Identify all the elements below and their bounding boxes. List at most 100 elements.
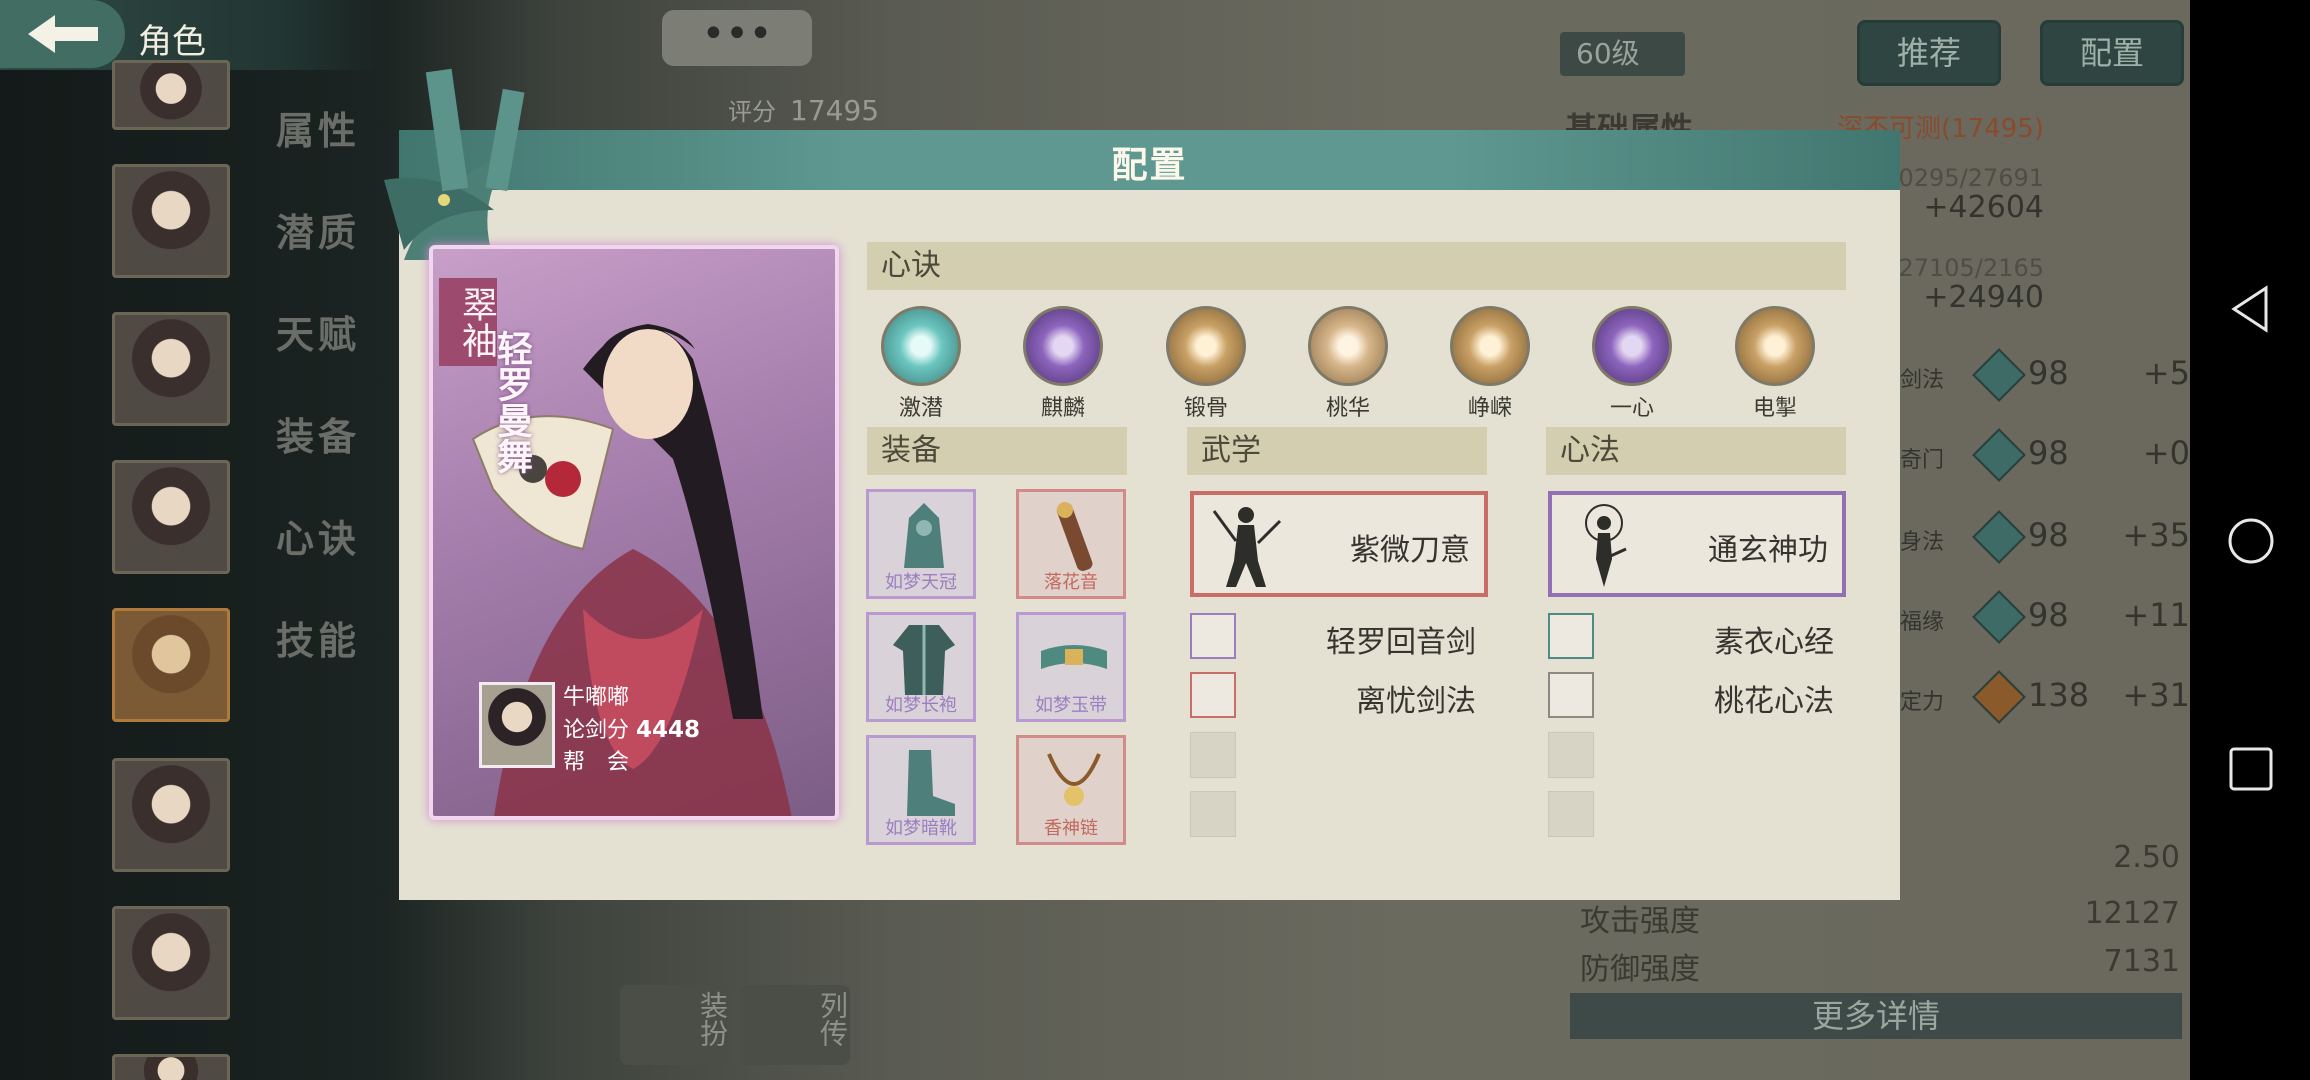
attr-level: 98 [2028, 354, 2069, 392]
xinjue-label: 峥嵘 [1467, 396, 1512, 421]
character-avatar[interactable] [112, 1054, 230, 1080]
xinjue-orb-icon [1592, 306, 1672, 386]
mental-sub-skill[interactable]: 素衣心经 [1548, 613, 1848, 660]
martial-sub-skill[interactable]: 离忧剑法 [1190, 672, 1490, 719]
equip-slot-boots[interactable]: 如梦暗靴 [866, 735, 976, 845]
equip-name: 如梦玉带 [1035, 695, 1107, 716]
character-avatar[interactable] [112, 608, 230, 722]
equip-slot-body[interactable]: 如梦长袍 [866, 612, 976, 722]
equip-name: 如梦长袍 [885, 695, 957, 716]
recommend-button[interactable]: 推荐 [1857, 20, 2001, 86]
attr-level: 98 [2028, 516, 2069, 554]
menu-item-xinjue[interactable]: 心诀 [276, 508, 360, 610]
set-tag: 翠袖 [439, 278, 497, 366]
mental-main-skill[interactable]: 通玄神功 [1548, 491, 1846, 597]
stat-label: 攻击强度 [1580, 904, 1700, 939]
level-badge: 60级 [1560, 32, 1685, 76]
rating-value: 17495 [790, 94, 880, 127]
xinjue-slot[interactable]: 一心 [1582, 306, 1682, 422]
empty-skill-slot[interactable] [1548, 791, 1594, 837]
empty-skill-slot[interactable] [1548, 732, 1594, 778]
nav-back-icon[interactable] [2226, 284, 2276, 334]
attr-row: 奇门 98 +0 [1900, 428, 2190, 482]
attr-name: 奇门 [1900, 448, 1945, 473]
attr-row: 福缘 98 +11 [1900, 590, 2190, 644]
tab-outfit[interactable]: 装扮 [620, 985, 730, 1065]
nav-recents-icon[interactable] [2226, 744, 2276, 794]
menu-item-talent[interactable]: 天赋 [276, 304, 360, 406]
menu-item-attributes[interactable]: 属性 [276, 100, 360, 202]
character-avatar[interactable] [112, 60, 230, 130]
martial-skill-icon [1190, 672, 1236, 718]
equip-slot-weapon[interactable]: 落花音 [1016, 489, 1126, 599]
menu-item-skills[interactable]: 技能 [276, 610, 360, 712]
character-avatar[interactable] [112, 758, 230, 872]
martial-sub-skill-name: 离忧剑法 [1356, 684, 1476, 719]
swordsman-icon [1212, 507, 1282, 587]
xinjue-label: 锻骨 [1183, 396, 1228, 421]
xinjue-orb-icon [1308, 306, 1388, 386]
attr-row: 剑法 98 +5 [1900, 348, 2190, 402]
xinjue-label: 一心 [1609, 396, 1654, 421]
empty-skill-slot[interactable] [1190, 732, 1236, 778]
equip-name: 落花音 [1044, 572, 1098, 593]
character-avatar[interactable] [112, 312, 230, 426]
config-dialog: 配置 翠袖 轻罗曼舞 牛嘟嘟 论剑分 4448 帮 会 心诀 激潜 麒麟 锻骨 … [384, 68, 1900, 900]
equip-name: 如梦暗靴 [885, 818, 957, 839]
tab-biography[interactable]: 列传 [740, 985, 850, 1065]
martial-main-skill[interactable]: 紫微刀意 [1190, 491, 1488, 597]
bonus-value-1: +42604 [1923, 190, 2044, 225]
xinjue-slot[interactable]: 电掣 [1725, 306, 1825, 422]
attr-level: 98 [2028, 596, 2069, 634]
level-gem-icon [1972, 348, 2026, 402]
necklace-icon [1047, 753, 1101, 806]
stat-value: 12127 [2084, 896, 2180, 931]
xinjue-slot[interactable]: 锻骨 [1156, 306, 1256, 422]
more-details-button[interactable]: 更多详情 [1570, 993, 2182, 1039]
boots-icon [907, 750, 955, 816]
mental-main-skill-name: 通玄神功 [1708, 533, 1828, 568]
level-gem-icon [1972, 590, 2026, 644]
mental-sub-skill[interactable]: 桃花心法 [1548, 672, 1848, 719]
scroll-weapon-icon [1056, 502, 1093, 571]
xinjue-label: 麒麟 [1040, 396, 1085, 421]
player-info: 牛嘟嘟 论剑分 4448 帮 会 [563, 682, 763, 779]
character-avatar[interactable] [112, 164, 230, 278]
xinjue-slot[interactable]: 麒麟 [1013, 306, 1113, 422]
bonus-value-2: +24940 [1923, 280, 2044, 315]
tab-outfit-label: 装扮 [696, 991, 729, 1047]
attr-bonus: +5 [2142, 354, 2190, 392]
dialog-title: 配置 [1111, 145, 1188, 186]
config-button[interactable]: 配置 [2040, 20, 2184, 86]
menu-item-equipment[interactable]: 装备 [276, 406, 360, 508]
equip-slot-belt[interactable]: 如梦玉带 [1016, 612, 1126, 722]
equip-slot-accessory[interactable]: 香神链 [1016, 735, 1126, 845]
player-score-row: 论剑分 4448 [563, 714, 763, 747]
xinjue-slot[interactable]: 激潜 [871, 306, 971, 422]
rating: 评分 17495 [728, 92, 879, 127]
chat-button[interactable]: ••• [662, 10, 812, 66]
score-value: 4448 [636, 717, 701, 743]
sword-ornament-icon [384, 68, 525, 260]
stat-row: 攻击强度 12127 [1580, 896, 2180, 940]
equip-slot-head[interactable]: 如梦天冠 [866, 489, 976, 599]
xinjue-slot[interactable]: 桃华 [1298, 306, 1398, 422]
martial-sub-skill[interactable]: 轻罗回音剑 [1190, 613, 1490, 660]
character-avatar[interactable] [112, 460, 230, 574]
equip-name: 如梦天冠 [885, 572, 957, 593]
attr-level: 98 [2028, 434, 2069, 472]
player-avatar[interactable] [479, 682, 555, 768]
outfit-name: 轻罗曼舞 [491, 330, 532, 474]
xinjue-slot[interactable]: 峥嵘 [1440, 306, 1540, 422]
mental-skill-icon [1548, 672, 1594, 718]
level-gem-icon [1972, 428, 2026, 482]
side-menu: 属性 潜质 天赋 装备 心诀 技能 [276, 100, 360, 712]
back-button[interactable] [0, 0, 125, 68]
nav-home-icon[interactable] [2226, 516, 2276, 566]
equip-name: 香神链 [1044, 818, 1098, 839]
menu-item-potential[interactable]: 潜质 [276, 202, 360, 304]
crown-icon [904, 503, 944, 568]
character-avatar[interactable] [112, 906, 230, 1020]
attr-bonus: +0 [2142, 434, 2190, 472]
empty-skill-slot[interactable] [1190, 791, 1236, 837]
